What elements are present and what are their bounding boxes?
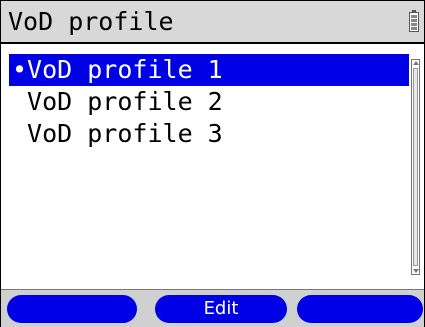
- list-item-profile-2[interactable]: VoD profile 2: [9, 86, 409, 118]
- battery-icon: [409, 10, 419, 32]
- profile-list: •VoD profile 1 VoD profile 2 VoD profile…: [9, 54, 409, 150]
- list-item-profile-3[interactable]: VoD profile 3: [9, 118, 409, 150]
- scroll-up-icon[interactable]: [413, 61, 419, 65]
- title-bar: VoD profile: [1, 1, 424, 44]
- device-screen: VoD profile •VoD profile 1 VoD profile 2…: [0, 0, 425, 327]
- edit-button[interactable]: Edit: [155, 295, 287, 323]
- softkey-bar: Edit: [1, 289, 424, 327]
- scrollbar-thumb[interactable]: [413, 68, 418, 266]
- softkey-left-button[interactable]: [7, 295, 137, 323]
- scrollbar[interactable]: [411, 59, 420, 275]
- list-item-profile-1[interactable]: •VoD profile 1: [9, 54, 409, 86]
- softkey-right-button[interactable]: [297, 295, 423, 323]
- page-title: VoD profile: [8, 7, 174, 36]
- scroll-down-icon[interactable]: [413, 269, 419, 273]
